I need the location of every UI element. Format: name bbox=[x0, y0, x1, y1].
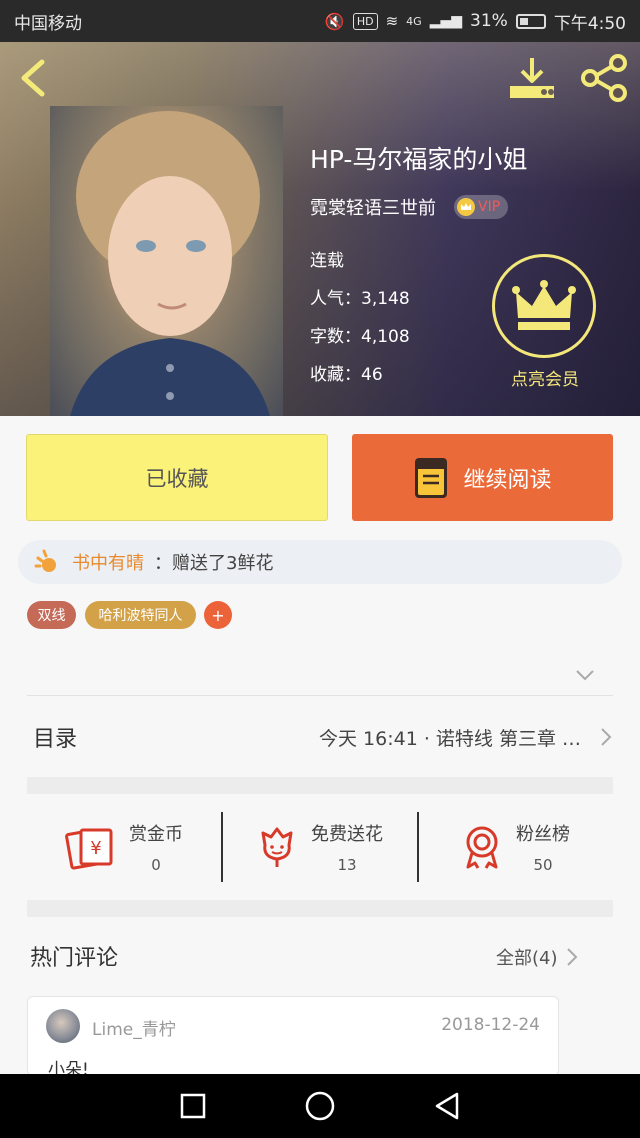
reward-coins[interactable]: ¥ 赏金币 0 bbox=[27, 812, 221, 882]
favorites-count: 收藏：46 bbox=[310, 365, 383, 385]
vip-crown-icon bbox=[457, 198, 475, 216]
mute-icon: 🔇 bbox=[324, 11, 345, 31]
add-tag-button[interactable]: + bbox=[204, 601, 232, 629]
tag-shuangxian[interactable]: 双线 bbox=[27, 601, 76, 629]
triangle-back-icon bbox=[435, 1092, 458, 1120]
membership-label[interactable]: 点亮会员 bbox=[496, 365, 594, 390]
battery-percent: 31% bbox=[470, 11, 508, 31]
square-icon bbox=[181, 1093, 206, 1119]
carrier-label: 中国移动 bbox=[14, 13, 82, 34]
sun-gift-bar[interactable]: 书中有晴 ：赠送了3鲜花 bbox=[18, 540, 622, 584]
section-divider bbox=[27, 900, 613, 917]
free-flowers[interactable]: 免费送花 13 bbox=[221, 812, 417, 882]
author-row: 霓裳轻语三世前 VIP bbox=[310, 194, 509, 220]
flower-icon bbox=[261, 827, 293, 867]
hd-badge: HD bbox=[352, 12, 378, 30]
system-nav-bar bbox=[0, 1074, 640, 1138]
download-button[interactable] bbox=[506, 54, 558, 102]
download-icon bbox=[510, 58, 554, 98]
latest-chapter: 今天 16:41 · 诺特线 第三章 … bbox=[319, 727, 581, 750]
vip-badge: VIP bbox=[454, 195, 509, 219]
chevron-right-icon bbox=[601, 728, 612, 746]
vip-label: VIP bbox=[478, 199, 501, 215]
comment-username[interactable]: Lime_青柠 bbox=[92, 1015, 176, 1040]
catalog-row[interactable]: 目录 今天 16:41 · 诺特线 第三章 … bbox=[27, 697, 613, 777]
word-count: 字数：4,108 bbox=[310, 327, 410, 347]
wifi-icon: ≋ bbox=[385, 12, 399, 30]
fan-ranking-label: 粉丝榜 bbox=[516, 824, 570, 845]
tag-harry-potter[interactable]: 哈利波特同人 bbox=[85, 601, 196, 629]
continue-reading-button[interactable]: 继续阅读 bbox=[352, 434, 613, 521]
author-name[interactable]: 霓裳轻语三世前 bbox=[310, 194, 436, 220]
sun-label: 书中有晴 bbox=[72, 553, 144, 574]
section-divider bbox=[27, 777, 613, 794]
nav-back-button[interactable] bbox=[429, 1088, 465, 1124]
home-button[interactable] bbox=[302, 1088, 338, 1124]
serial-status: 连载 bbox=[310, 251, 344, 271]
circle-icon bbox=[305, 1091, 335, 1121]
all-comments-label: 全部(4) bbox=[496, 948, 558, 969]
stats-row: ¥ 赏金币 0 免费送花 13 粉丝榜 50 bbox=[27, 794, 613, 900]
catalog-title: 目录 bbox=[33, 727, 78, 752]
sun-icon bbox=[34, 549, 56, 572]
fan-ranking-value: 50 bbox=[533, 856, 553, 874]
book-cover-image[interactable] bbox=[50, 106, 283, 416]
reward-coins-label: 赏金币 bbox=[129, 824, 183, 845]
battery-icon bbox=[515, 13, 546, 29]
chevron-right-icon bbox=[566, 948, 577, 966]
recents-button[interactable] bbox=[175, 1088, 211, 1124]
avatar[interactable] bbox=[46, 1009, 80, 1043]
clock: 下午4:50 bbox=[553, 13, 626, 34]
free-flowers-value: 13 bbox=[337, 856, 357, 874]
sun-text: ：赠送了3鲜花 bbox=[154, 553, 274, 574]
cover-illustration bbox=[70, 111, 270, 416]
share-icon bbox=[581, 54, 627, 102]
all-comments-link[interactable]: 全部(4) bbox=[496, 944, 578, 970]
collected-button[interactable]: 已收藏 bbox=[26, 434, 328, 521]
back-arrow-icon bbox=[21, 59, 45, 97]
share-button[interactable] bbox=[578, 54, 630, 102]
chevron-down-icon[interactable] bbox=[574, 667, 596, 683]
popularity: 人气：3,148 bbox=[310, 289, 410, 309]
back-button[interactable] bbox=[14, 56, 54, 100]
fan-ranking[interactable]: 粉丝榜 50 bbox=[417, 812, 613, 882]
comment-card[interactable]: Lime_青柠 2018-12-24 小朵! bbox=[27, 996, 559, 1076]
network-label: 4G bbox=[406, 14, 422, 28]
comment-date: 2018-12-24 bbox=[441, 1015, 540, 1035]
book-title: HP-马尔福家的小姐 bbox=[310, 145, 528, 174]
medal-icon bbox=[466, 826, 498, 869]
svg-text:¥: ¥ bbox=[90, 838, 101, 859]
status-bar: 中国移动 🔇 HD ≋ 4G ▂▄▆ 31% 下午4:50 bbox=[0, 0, 640, 42]
continue-reading-label: 继续阅读 bbox=[463, 467, 552, 493]
book-header: HP-马尔福家的小姐 霓裳轻语三世前 VIP 连载 人气：3,148 字数：4,… bbox=[0, 42, 640, 416]
red-envelope-icon: ¥ bbox=[65, 828, 113, 870]
hot-comments-title: 热门评论 bbox=[30, 946, 119, 971]
free-flowers-label: 免费送花 bbox=[311, 824, 383, 845]
collected-label: 已收藏 bbox=[145, 466, 209, 491]
membership-button[interactable] bbox=[492, 254, 596, 358]
book-icon bbox=[415, 457, 448, 498]
reward-coins-value: 0 bbox=[151, 856, 161, 874]
divider bbox=[27, 695, 613, 696]
comment-text: 小朵! bbox=[48, 1060, 89, 1076]
crown-icon bbox=[512, 280, 576, 330]
signal-icon: ▂▄▆ bbox=[429, 13, 463, 29]
